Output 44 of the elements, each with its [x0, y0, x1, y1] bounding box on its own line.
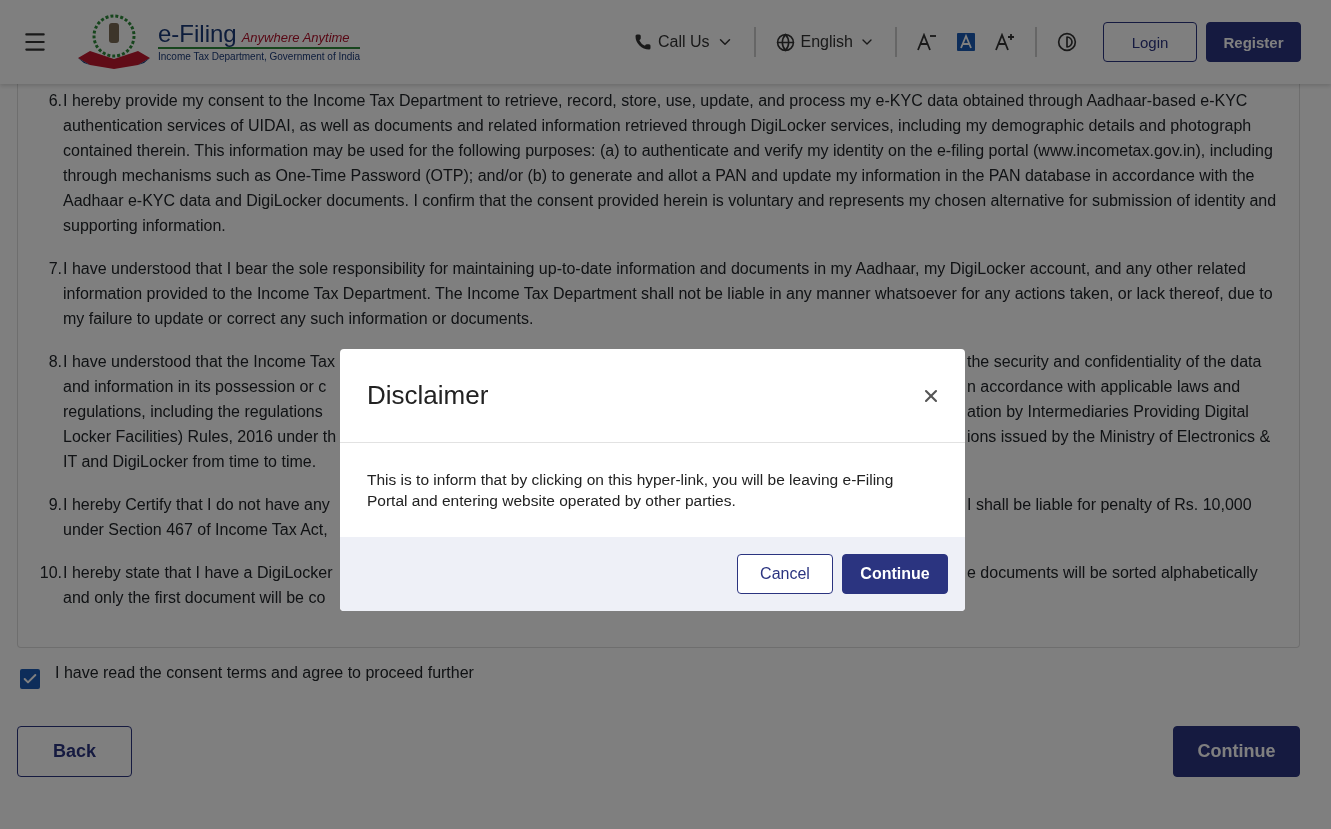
emblem-logo-icon: [76, 13, 152, 71]
dialog-title: Disclaimer: [367, 380, 489, 411]
back-button[interactable]: Back: [17, 726, 132, 777]
consent-text: I shall be liable for penalty of Rs. 10,000: [967, 495, 1253, 515]
consent-text: n accordance with applicable laws and: [967, 377, 1242, 397]
consent-text: e documents will be sorted alphabetically: [967, 563, 1259, 583]
globe-icon: [775, 32, 795, 52]
item-number: 7.: [47, 259, 63, 279]
dialog-continue-button[interactable]: Continue: [842, 554, 948, 594]
contrast-icon[interactable]: [1057, 32, 1077, 52]
consent-paragraph: I have understood that I bear the sole responsibility for maintaining up-to-date information and documents in my Aadhaar, my DigiLocker account, and any other related information provided to the Income Tax Department. The Income Tax Department shall not be liable in any manner whatsoever for any actions taken, or lack thereof, due to my failure to update or correct any such information or documents.: [63, 259, 1274, 329]
consent-text: regulations, including the regulations: [63, 402, 324, 422]
item-number: 9.: [47, 495, 63, 515]
font-increase-icon[interactable]: [995, 33, 1015, 51]
item-number: 10.: [38, 563, 63, 583]
consent-text: I hereby state that I have a DigiLocker: [63, 563, 334, 583]
cancel-button[interactable]: Cancel: [737, 554, 833, 594]
item-number: 6.: [47, 91, 63, 111]
item-number: 8.: [47, 352, 63, 372]
consent-text: I have understood that the Income Tax: [63, 352, 336, 372]
font-decrease-icon[interactable]: [917, 33, 937, 51]
consent-paragraph: I hereby provide my consent to the Income Tax Department to retrieve, record, store, use, update, and process my e-KYC data obtained through Aadhaar-based e-KYC authentication services of UIDAI, as well as documents and related information retrieved through DigiLocker services, including my demographic details and photograph contained therein. This information may be used for the following purposes: (a) to authenticate and verify my identity on the e-filing portal (www.incometax.gov.in), including through mechanisms such as One-Time Password (OTP); and/or (b) to generate and allot a PAN and update my information in the PAN database in accordance with the Aadhaar e-KYC data and DigiLocker documents. I confirm that the consent provided herein is voluntary and represents my chosen alternative for submission of identity and supporting information.: [63, 91, 1278, 236]
logo-subtitle: Income Tax Department, Government of India: [158, 51, 361, 62]
font-size-default-icon[interactable]: [957, 33, 975, 51]
consent-text: I hereby Certify that I do not have any: [63, 495, 331, 515]
consent-text: and only the first document will be co: [63, 588, 327, 608]
login-button[interactable]: Login: [1103, 22, 1197, 62]
logo-title: e-Filing: [158, 22, 237, 46]
call-us-menu[interactable]: Call Us: [633, 33, 734, 51]
register-button[interactable]: Register: [1206, 22, 1301, 62]
consent-text: under Section 467 of Income Tax Act,: [63, 520, 329, 540]
agree-checkbox[interactable]: [20, 669, 40, 689]
consent-text: IT and DigiLocker from time to time.: [63, 452, 318, 472]
consent-text: Locker Facilities) Rules, 2016 under th: [63, 427, 338, 447]
language-menu[interactable]: English: [775, 32, 875, 52]
phone-icon: [633, 33, 652, 51]
logo-tagline: Anywhere Anytime: [241, 30, 350, 45]
consent-text: and information in its possession or c: [63, 377, 328, 397]
agree-label: I have read the consent terms and agree to proceed further: [55, 663, 474, 683]
consent-text: ation by Intermediaries Providing Digital: [967, 402, 1250, 422]
dialog-message: This is to inform that by clicking on this hyper-link, you will be leaving e-Filing Portal and entering website operated by other parties.: [366, 470, 895, 511]
continue-button[interactable]: Continue: [1173, 726, 1300, 777]
consent-text: the security and confidentiality of the data: [967, 352, 1263, 372]
consent-text: ions issued by the Ministry of Electronics &: [967, 427, 1272, 447]
